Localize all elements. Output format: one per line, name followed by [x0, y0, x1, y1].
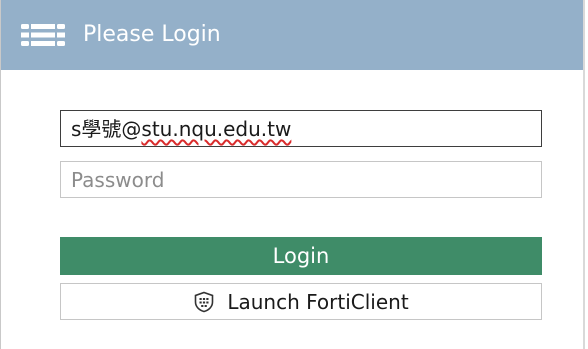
- password-input[interactable]: [60, 161, 542, 198]
- forticlient-shield-icon: [195, 291, 214, 312]
- login-panel: Please Login s學號@stu.nqu.edu.tw Login La…: [0, 0, 585, 349]
- launch-forticlient-label: Launch FortiClient: [227, 289, 409, 314]
- login-button[interactable]: Login: [60, 237, 542, 275]
- login-header: Please Login: [1, 0, 583, 70]
- fortinet-logo-icon: [21, 24, 65, 46]
- username-input[interactable]: [60, 110, 542, 147]
- launch-forticlient-button[interactable]: Launch FortiClient: [60, 283, 542, 320]
- page-title: Please Login: [83, 22, 221, 47]
